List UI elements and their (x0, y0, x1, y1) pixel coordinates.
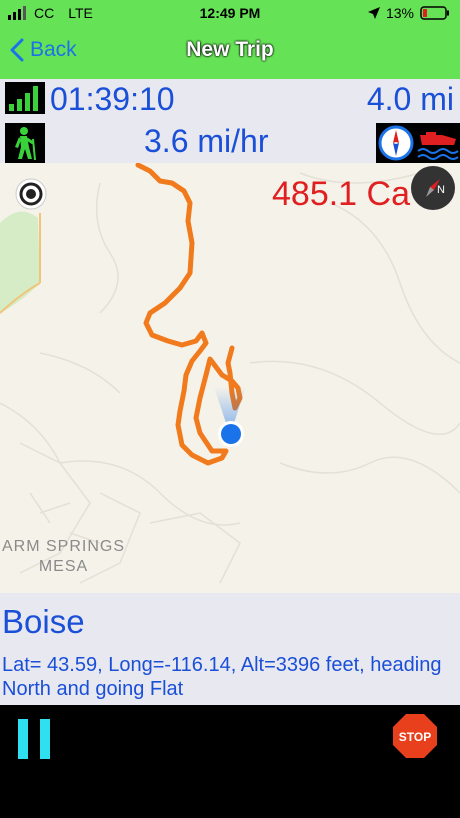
location-arrow-icon (367, 7, 380, 19)
navigation-bar: Back New Trip (0, 28, 460, 79)
trip-speed: 3.6 mi/hr (144, 123, 269, 159)
trip-distance: 4.0 mi (366, 81, 454, 117)
city-name: Boise (2, 603, 85, 640)
battery-percent: 13% (385, 5, 414, 21)
pause-icon-bar (40, 719, 50, 759)
activity-type-button[interactable] (5, 123, 45, 163)
trip-map[interactable]: 485.1 Ca N ARM SPRINGS MESA (0, 163, 460, 593)
coordinates-text: Lat= 43.59, Long=-116.14, Alt=3396 feet,… (2, 654, 442, 700)
pause-icon (18, 719, 28, 759)
trip-stats-panel: 01:39:10 4.0 mi 3.6 mi/hr (0, 79, 460, 163)
gps-strength-icon (5, 82, 45, 114)
route-track (135, 163, 243, 466)
map-compass-icon[interactable]: N (410, 165, 456, 211)
status-bar: CC LTE 12:49 PM 13% (0, 0, 460, 28)
location-info-panel: Boise Lat= 43.59, Long=-116.14, Alt=3396… (0, 593, 460, 705)
tracking-mode-icon[interactable] (14, 177, 48, 211)
svg-text:N: N (437, 184, 445, 196)
battery-icon (420, 6, 449, 20)
area-label-line2: MESA (38, 558, 89, 575)
compass-icon (378, 125, 414, 161)
stop-label: STOP (399, 730, 431, 744)
current-location-dot-icon (218, 421, 244, 447)
map-area-label: ARM SPRINGS MESA (2, 537, 125, 577)
trip-duration: 01:39:10 (50, 81, 175, 117)
trip-controls: STOP (0, 705, 460, 818)
page-title: New Trip (186, 38, 274, 61)
boat-icon (417, 132, 459, 160)
stop-button[interactable]: STOP (392, 713, 438, 759)
compass-button[interactable] (376, 123, 416, 163)
boat-mode-button[interactable] (416, 123, 460, 163)
calories-burned: 485.1 Ca (272, 175, 410, 213)
hiker-icon (15, 127, 36, 161)
area-label-line1: ARM SPRINGS (2, 538, 126, 555)
pause-button[interactable] (18, 719, 50, 759)
